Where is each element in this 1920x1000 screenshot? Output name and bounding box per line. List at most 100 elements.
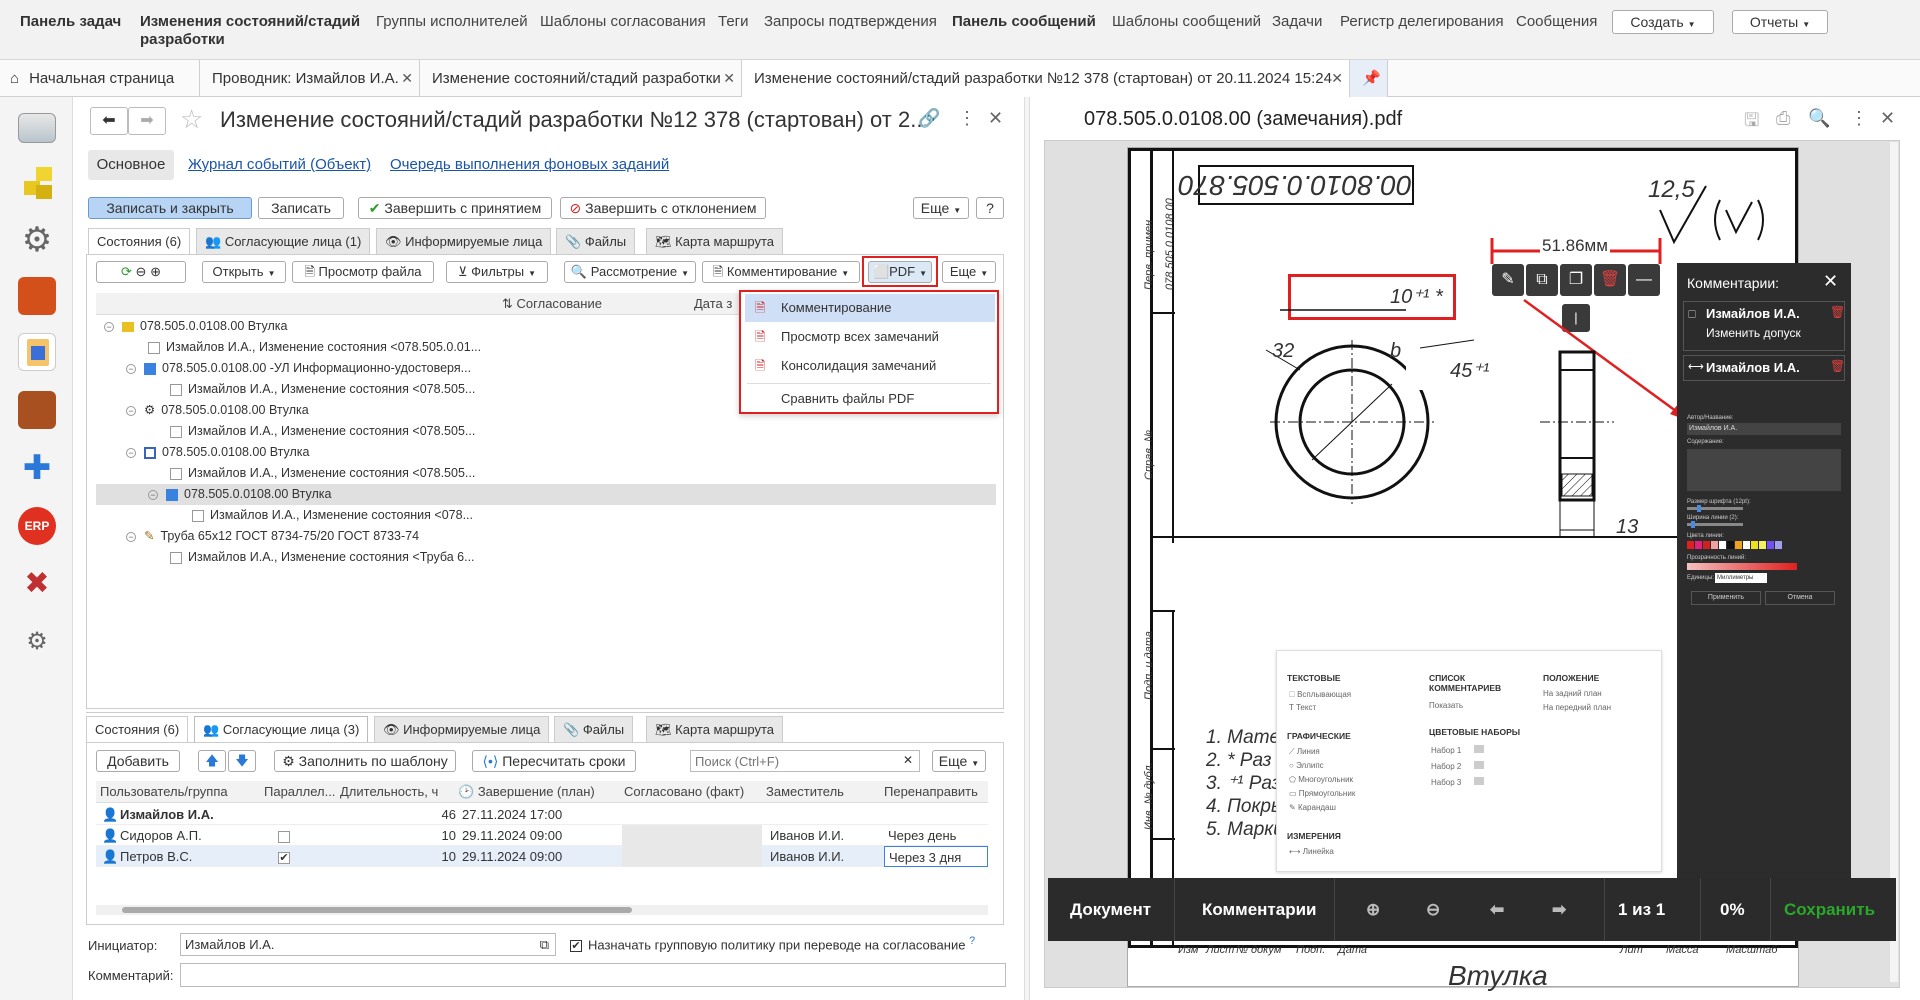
tree-row[interactable]: Измайлов И.А., Изменение состояния <078.… xyxy=(96,463,996,484)
menu-item-consolidate-remarks[interactable]: 🗎 Консолидация замечаний xyxy=(745,352,995,380)
zoom-out-icon[interactable]: ⊖ xyxy=(1426,878,1440,941)
save-button[interactable]: Записать xyxy=(258,197,344,219)
subtab-main[interactable]: Основное xyxy=(88,150,174,180)
more-button[interactable]: Еще ▼ xyxy=(913,197,969,219)
tab-route-upper[interactable]: 🗺 Карта маршрута xyxy=(646,228,783,254)
more-lower-button[interactable]: Еще ▼ xyxy=(932,750,986,772)
comment-entry-1[interactable]: 🗆 Измайлов И.А. 🗑 Изменить допуск xyxy=(1683,301,1845,351)
print-icon[interactable]: ⎙ xyxy=(1776,108,1790,129)
column-plan-end[interactable]: 🕑 Завершение (план) xyxy=(458,781,595,803)
tab-current-document[interactable]: Изменение состояний/стадий разработки №1… xyxy=(742,60,1350,97)
nav-confirm-requests[interactable]: Запросы подтверждения xyxy=(764,13,937,31)
comment-entry-2[interactable]: ⟷ Измайлов И.А. 🗑 xyxy=(1683,355,1845,381)
subtab-event-log[interactable]: Журнал событий (Объект) xyxy=(188,156,371,173)
color-swatch[interactable] xyxy=(1759,541,1766,549)
collapse-icon[interactable]: − xyxy=(126,363,136,374)
nav-delegation-register[interactable]: Регистр делегирования xyxy=(1340,13,1504,31)
parallel-checkbox[interactable] xyxy=(278,825,296,846)
open-button[interactable]: Открыть ▼ xyxy=(202,261,286,283)
tools-icon[interactable]: ✖ xyxy=(18,565,56,603)
recalc-button[interactable]: ⟨•⟩ Пересчитать сроки xyxy=(472,750,636,772)
splitter[interactable] xyxy=(86,712,1004,713)
close-icon[interactable]: ✕ xyxy=(1823,271,1838,292)
horizontal-scrollbar[interactable] xyxy=(96,905,988,915)
collapse-icon[interactable]: − xyxy=(126,531,136,542)
help-button[interactable]: ? xyxy=(976,197,1004,219)
tree-row[interactable]: − ✎ Труба 65х12 ГОСТ 8734-75/20 ГОСТ 8733-… xyxy=(96,526,996,547)
collapse-icon[interactable]: − xyxy=(148,489,158,500)
tree-row[interactable]: − 078.505.0.0108.00 Втулка xyxy=(96,442,996,463)
color-swatch[interactable] xyxy=(1727,541,1734,549)
nav-message-templates[interactable]: Шаблоны сообщений xyxy=(1112,13,1261,31)
tab-states-lower[interactable]: Состояния (6) xyxy=(86,716,189,742)
color-swatch[interactable] xyxy=(1767,541,1774,549)
view-file-button[interactable]: 🗎 Просмотр файла xyxy=(292,261,434,283)
content-field[interactable] xyxy=(1687,449,1841,491)
menu-item-commenting[interactable]: 🗎 Комментирование xyxy=(745,294,995,322)
link-icon[interactable]: 🔗 xyxy=(918,108,940,129)
units-select[interactable]: Миллиметры xyxy=(1715,573,1767,583)
color-swatch[interactable] xyxy=(1743,541,1750,549)
tab-files-upper[interactable]: 📎 Файлы xyxy=(556,228,636,254)
table-row[interactable]: 👤 Измайлов И.А. 46 27.11.2024 17:00 xyxy=(96,804,988,825)
tree-row[interactable]: − 078.505.0.0108.00 Втулка xyxy=(96,484,996,505)
column-deputy[interactable]: Заместитель xyxy=(766,781,844,803)
close-icon[interactable]: ✕ xyxy=(401,60,413,97)
nav-message-panel[interactable]: Панель сообщений xyxy=(952,13,1096,31)
copy-icon[interactable]: ❐ xyxy=(1560,264,1592,296)
tab-states-upper[interactable]: Состояния (6) xyxy=(88,228,191,254)
tree-nav-buttons[interactable]: ⟳ ⊖ ⊕ xyxy=(96,261,186,283)
apply-button[interactable]: Применить xyxy=(1691,591,1761,605)
edit-pencil-icon[interactable]: ✎ xyxy=(1492,264,1524,296)
gears-icon[interactable]: ⚙ xyxy=(18,221,56,259)
trash-icon[interactable]: 🗑 xyxy=(1830,359,1845,373)
color-set-1[interactable]: Набор 1 xyxy=(1431,745,1484,755)
duplicate-icon[interactable]: ⧉ xyxy=(1526,264,1558,296)
save-disk-icon[interactable]: 🖫 xyxy=(1744,108,1759,138)
finish-reject-button[interactable]: ⊘ Завершить с отклонением xyxy=(560,197,766,219)
table-row[interactable]: 👤 Сидоров А.П. 10 29.11.2024 09:00 Иванов И.… xyxy=(96,825,988,846)
tool-bring-front[interactable]: На передний план xyxy=(1543,703,1611,712)
table-row[interactable]: 👤 Петров В.С. ✔ 10 29.11.2024 09:00 Иванов И.… xyxy=(96,846,988,867)
comments-tab-button[interactable]: Комментарии xyxy=(1202,878,1316,941)
menu-item-compare-pdf[interactable]: Сравнить файлы PDF xyxy=(745,385,995,413)
tool-pencil[interactable]: ✎ Карандаш xyxy=(1289,803,1336,812)
redirect-cell[interactable] xyxy=(884,804,988,825)
next-page-icon[interactable]: ➡ xyxy=(1552,878,1566,941)
author-field[interactable]: Измайлов И.А. xyxy=(1687,423,1841,435)
tab-approvers-lower[interactable]: 👥 Согласующие лица (3) xyxy=(194,716,369,742)
collapse-icon[interactable]: − xyxy=(104,321,114,332)
prev-page-icon[interactable]: ⬅ xyxy=(1490,878,1504,941)
favorite-star-icon[interactable]: ☆ xyxy=(180,104,203,135)
fill-template-button[interactable]: ⚙ Заполнить по шаблону xyxy=(274,750,456,772)
finish-accept-button[interactable]: ✔ Завершить с принятием xyxy=(358,197,552,219)
preview-icon[interactable]: 🔍 xyxy=(1808,108,1830,129)
briefcase-icon[interactable] xyxy=(18,391,56,429)
cancel-button[interactable]: Отмена xyxy=(1765,591,1835,605)
book-icon[interactable] xyxy=(18,277,56,315)
save-close-button[interactable]: Записать и закрыть xyxy=(88,197,252,219)
move-down-button[interactable]: 🡇 xyxy=(228,750,256,772)
help-mark[interactable]: ? xyxy=(969,935,975,947)
tab-files-lower[interactable]: 📎 Файлы xyxy=(554,716,634,742)
clipboard-icon[interactable] xyxy=(18,333,56,371)
zoom-in-icon[interactable]: ⊕ xyxy=(1366,878,1380,941)
nav-state-changes[interactable]: Изменения состояний/стадий разработки xyxy=(140,13,370,49)
column-fact[interactable]: Согласовано (факт) xyxy=(624,781,744,803)
tool-ruler[interactable]: ⟷ Линейка xyxy=(1289,847,1334,856)
checked-checkbox-icon[interactable]: ✔ xyxy=(570,939,582,952)
nav-tags[interactable]: Теги xyxy=(718,13,749,31)
tree-row[interactable]: Измайлов И.А., Изменение состояния <078.… xyxy=(96,421,996,442)
more-vertical-icon[interactable]: ⋮ xyxy=(958,108,976,129)
desktop-icon[interactable] xyxy=(18,113,56,143)
color-swatch[interactable] xyxy=(1775,541,1782,549)
settings-icon[interactable]: ⚙ xyxy=(18,623,56,661)
tab-home[interactable]: ⌂ Начальная страница xyxy=(0,60,200,97)
document-tab-button[interactable]: Документ xyxy=(1070,878,1151,941)
parallel-checkbox[interactable]: ✔ xyxy=(278,846,296,867)
puzzle-icon[interactable]: ✚ xyxy=(18,449,56,487)
tool-line[interactable]: ⟋ Линия xyxy=(1289,747,1320,757)
column-date[interactable]: Дата з xyxy=(694,293,732,315)
group-policy-option[interactable]: ✔ Назначать групповую политику при перево… xyxy=(570,935,975,952)
column-approval[interactable]: ⇅ Согласование xyxy=(502,293,602,315)
